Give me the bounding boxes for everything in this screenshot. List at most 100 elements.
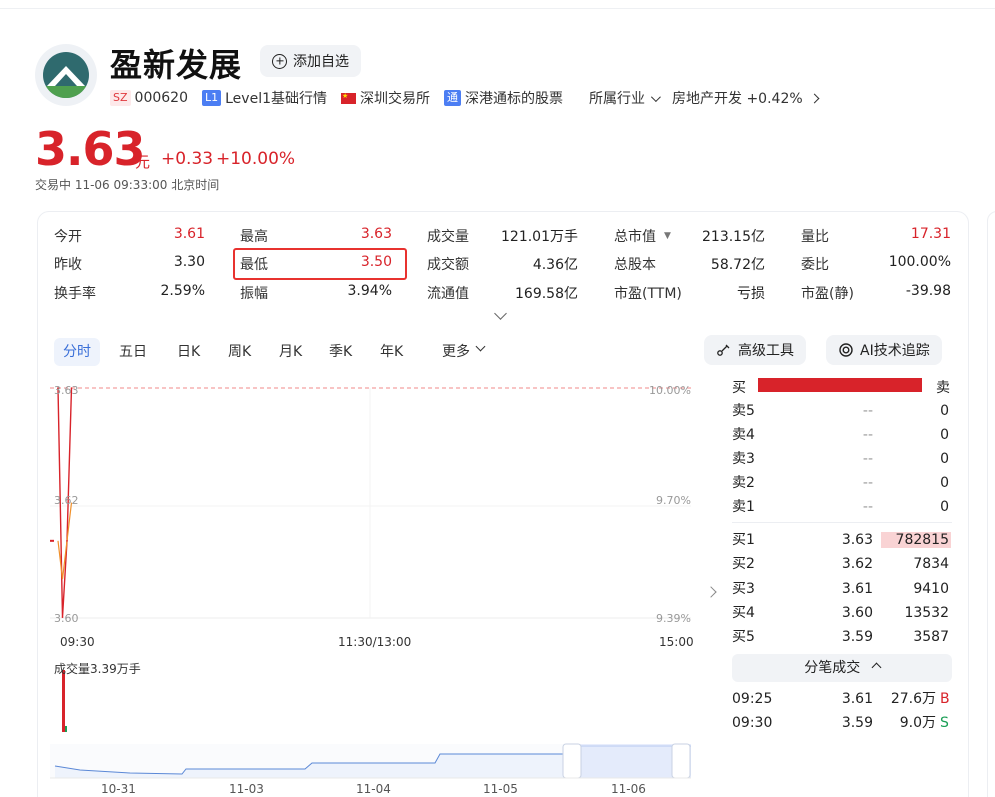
navigator-date: 11-04 [356,782,391,796]
connect-label[interactable]: 深港通标的股票 [465,88,563,108]
quote-value: 3.30 [173,254,205,270]
connect-badge: 通 [444,90,461,106]
sell-label: 卖 [936,380,950,396]
industry-link[interactable]: 房地产开发 +0.42% [672,88,803,108]
bid-price: 3.63 [841,532,873,548]
ask-label: 卖1 [732,499,755,515]
quote-value: 121.01万手 [501,229,578,245]
tab-1[interactable]: 五日 [119,338,147,366]
tick-volume: 27.6万 [890,691,936,707]
navigator-date: 11-05 [483,782,518,796]
ask-label: 卖3 [732,451,755,467]
navigator-handle-right [671,743,691,779]
trading-status: 交易中 11-06 09:33:00 北京时间 [35,178,220,192]
tick-trades-label: 分笔成交 [804,660,861,676]
ai-icon [839,343,853,357]
exchange-name[interactable]: 深圳交易所 [360,88,430,108]
stock-logo [35,44,97,106]
bid-price: 3.59 [841,629,873,645]
quote-label: 委比 [801,257,829,273]
quote-value: 100.00% [888,254,951,270]
y-axis-label-bottom: 3.60 [54,612,79,625]
plus-icon [272,53,287,69]
industry-dropdown[interactable]: 所属行业 [589,88,645,108]
bid-volume: 782815 [895,532,949,548]
chevron-up-icon [871,662,882,673]
x-axis-label-start: 09:30 [60,635,95,649]
level-label[interactable]: Level1基础行情 [225,88,327,108]
quote-label: 成交额 [427,257,469,273]
quote-value: 4.36亿 [532,257,578,273]
add-watchlist-label: 添加自选 [293,54,349,70]
top-divider [0,8,995,9]
caret-down-icon[interactable]: ▼ [664,231,671,241]
ask-label: 卖2 [732,475,755,491]
volume-bar [65,726,67,732]
stock-code: 000620 [134,90,188,106]
tab-7[interactable]: 更多 [442,338,470,366]
stock-name: 盈新发展 [110,46,243,84]
quote-value: 58.72亿 [710,257,765,273]
tick-side: B [940,691,950,707]
orderbook-divider [732,522,952,523]
x-axis-label-mid: 11:30/13:00 [338,635,412,649]
price-change: +0.33 [161,149,214,169]
tools-icon [717,344,730,356]
ask-volume: 0 [940,475,949,491]
buy-sell-ratio-bar [758,378,922,392]
quote-label: 成交量 [427,229,469,245]
navigator-date: 10-31 [101,782,136,796]
tab-2[interactable]: 日K [177,338,200,366]
pct-axis-label-mid: 9.70% [656,494,691,507]
open-marker [50,539,54,542]
advanced-tools-button[interactable]: 高级工具 [704,335,806,365]
quote-value: 213.15亿 [702,229,765,245]
chevron-right-icon [809,93,820,103]
current-price: 3.63 [35,122,145,176]
bid-label: 买5 [732,629,755,645]
tick-volume: 9.0万 [899,715,936,731]
ask-volume: 0 [940,427,949,443]
quote-label: 最高 [240,229,268,245]
quote-label: 今开 [54,229,82,245]
tab-6[interactable]: 年K [380,338,403,366]
ask-volume: 0 [940,451,949,467]
price-point [66,540,68,542]
tab-4[interactable]: 月K [279,338,302,366]
ai-tracking-button[interactable]: AI技术追踪 [826,335,942,365]
quote-value: 亏损 [737,286,765,302]
navigator-handle-left [562,743,582,779]
quote-label: 总股本 [614,257,656,273]
x-axis-label-end: 15:00 [659,635,694,649]
add-watchlist-button[interactable]: 添加自选 [260,45,361,77]
quote-label: 昨收 [54,257,82,273]
tick-time: 09:30 [732,715,773,731]
tab-5[interactable]: 季K [329,338,352,366]
tick-time: 09:25 [732,691,773,707]
quote-value: 2.59% [160,283,205,299]
bid-volume: 3587 [913,629,949,645]
buy-label: 买 [732,380,746,396]
bid-price: 3.60 [841,605,873,621]
quote-value: 169.58亿 [515,286,578,302]
quote-value: 3.61 [173,226,205,242]
tick-trades-toggle[interactable]: 分笔成交 [732,654,952,682]
tab-0[interactable]: 分时 [54,338,100,366]
price-change-pct: +10.00% [216,149,296,169]
low-price-highlight [233,248,407,280]
chevron-down-icon [650,91,661,102]
quote-value: -39.98 [905,283,951,299]
quote-value: 17.31 [910,226,951,242]
navigator-date: 11-06 [611,782,646,796]
y-axis-label-top: 3.63 [54,384,79,397]
quote-label: 流通值 [427,286,469,302]
tick-price: 3.61 [841,691,873,707]
side-card-edge [987,211,995,797]
advanced-tools-label: 高级工具 [738,343,794,359]
level-badge: L1 [201,90,222,106]
ask-label: 卖4 [732,427,755,443]
pct-axis-label-top: 10.00% [649,384,691,397]
tab-3[interactable]: 周K [228,338,251,366]
intraday-chart[interactable] [50,378,700,797]
ask-price: -- [862,499,873,515]
